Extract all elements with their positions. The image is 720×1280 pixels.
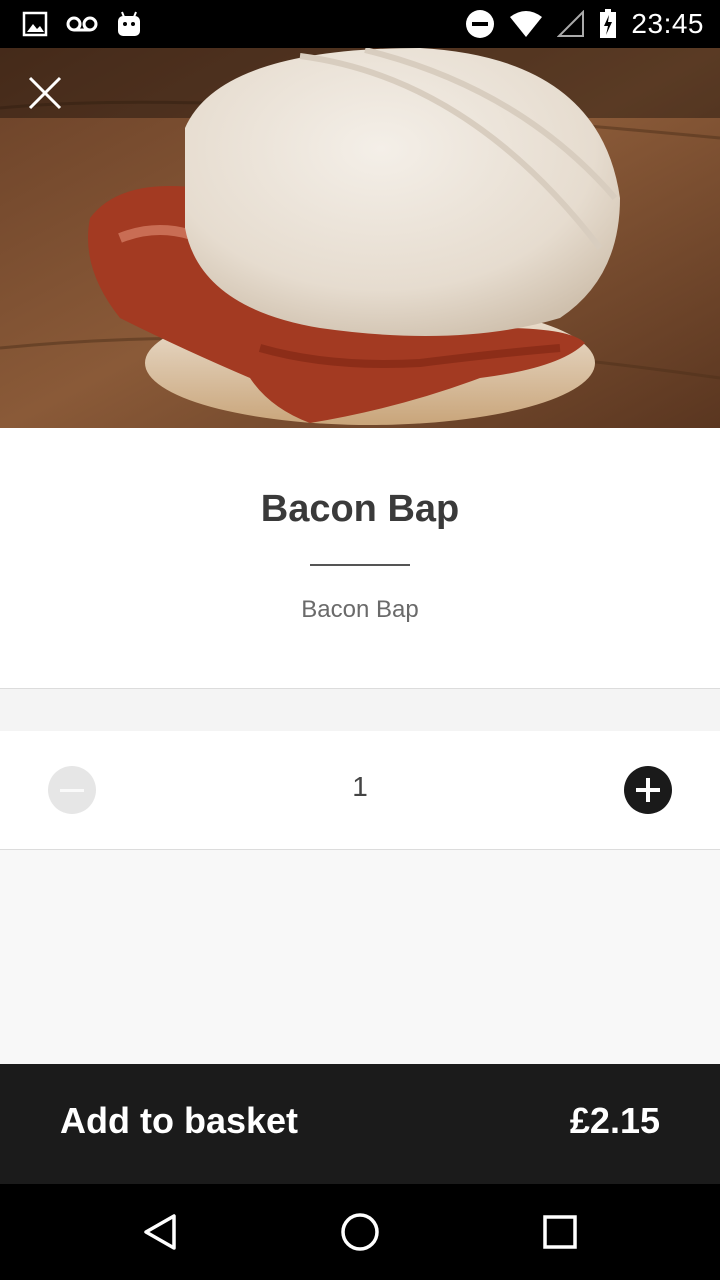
do-not-disturb-icon	[466, 10, 495, 38]
product-title: Bacon Bap	[260, 488, 460, 530]
android-icon	[118, 11, 140, 36]
title-divider	[310, 564, 410, 566]
status-right: 23:45	[465, 8, 704, 40]
home-icon[interactable]	[336, 1208, 384, 1256]
add-to-basket-button[interactable]: Add to basket £2.15	[0, 1064, 720, 1184]
quantity-stepper: 1	[0, 731, 720, 850]
battery-charging-icon	[600, 9, 617, 38]
decrease-quantity-button[interactable]	[48, 766, 96, 814]
increase-quantity-button[interactable]	[624, 766, 672, 814]
recents-icon[interactable]	[536, 1208, 584, 1256]
price-label: £2.15	[569, 1100, 660, 1141]
status-left	[22, 10, 142, 38]
bacon-bap-illustration	[0, 48, 720, 428]
navigation-bar	[0, 1184, 720, 1280]
status-bar: 23:45	[0, 0, 720, 48]
status-time: 23:45	[631, 8, 704, 39]
quantity-value: 1	[352, 771, 368, 802]
close-icon[interactable]	[24, 72, 66, 114]
wifi-icon	[510, 11, 543, 37]
section-separator	[0, 688, 720, 732]
product-image	[0, 48, 720, 428]
product-info: Bacon Bap Bacon Bap	[0, 428, 720, 688]
product-description: Bacon Bap	[301, 596, 419, 623]
image-icon	[22, 11, 48, 37]
voicemail-icon	[66, 16, 98, 32]
signal-icon	[557, 10, 585, 37]
back-icon[interactable]	[136, 1208, 184, 1256]
add-to-basket-label: Add to basket	[60, 1100, 299, 1141]
